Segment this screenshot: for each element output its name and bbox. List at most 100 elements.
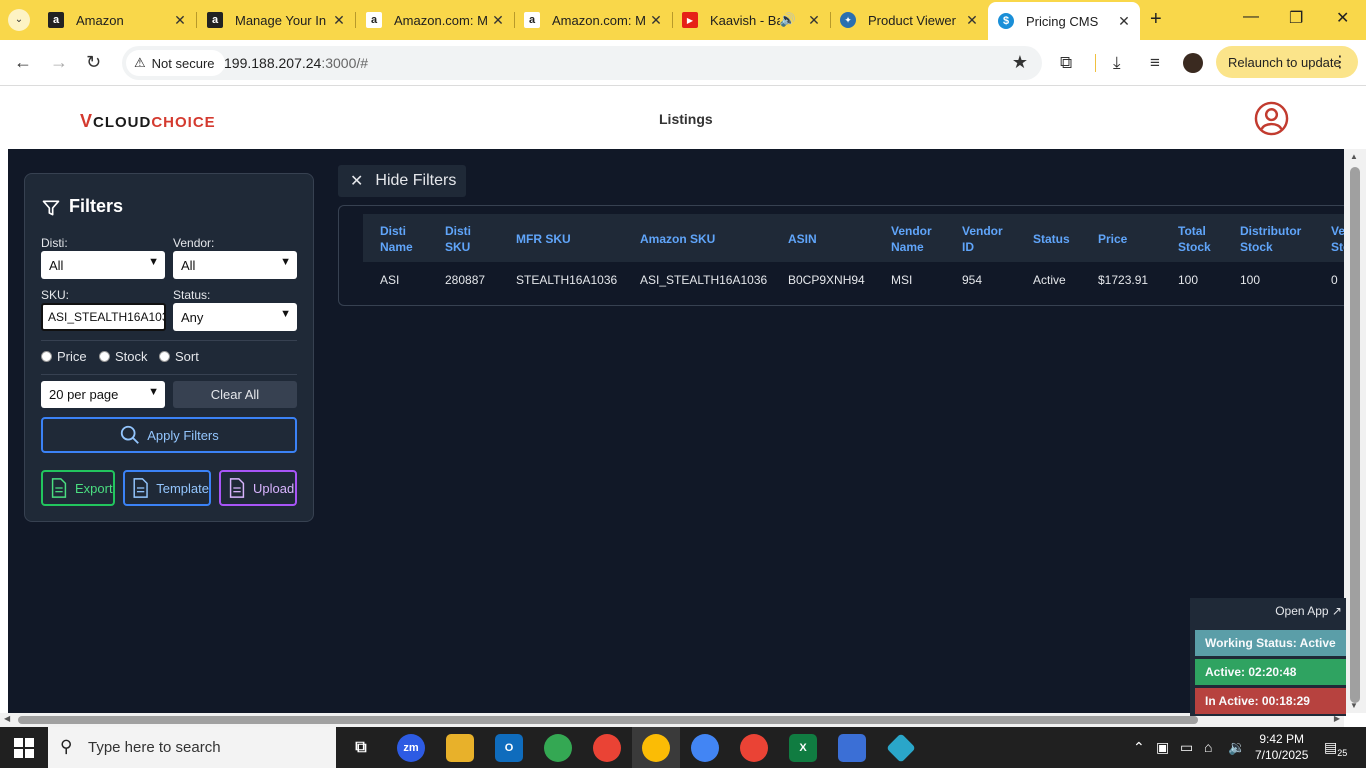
cloudchoice-logo[interactable]: VCLOUDCHOICE (80, 111, 216, 132)
vendor-select[interactable]: All ▼ (173, 251, 297, 279)
per-page-select[interactable]: 20 per page ▼ (41, 381, 165, 408)
zoom-app-icon[interactable]: zm (397, 734, 425, 762)
radio-sort[interactable]: Sort (159, 349, 199, 364)
bookmark-star-icon[interactable]: ★ (1012, 52, 1028, 73)
chrome-icon[interactable] (642, 734, 670, 762)
taskbar-search-input[interactable]: ⚲ Type here to search (48, 727, 336, 768)
close-window-icon[interactable]: ✕ (1336, 8, 1349, 28)
filters-panel: Filters Disti: All ▼ Vendor: All ▼ SKU: … (24, 173, 314, 522)
media-control-icon[interactable]: ≡ (1150, 53, 1160, 73)
new-tab-plus-icon[interactable]: + (1150, 8, 1162, 31)
download-icon[interactable]: ⤓ (1113, 53, 1121, 73)
search-icon: ⚲ (60, 737, 73, 756)
forward-arrow-icon[interactable]: → (50, 52, 68, 73)
tab-close-icon[interactable]: ✕ (170, 12, 190, 29)
upload-button[interactable]: Upload (219, 470, 297, 506)
horizontal-scroll-thumb[interactable] (18, 716, 1198, 724)
upload-label: Upload (253, 480, 295, 496)
user-profile-icon[interactable] (1254, 101, 1289, 136)
browser-tab[interactable]: ▶ Kaavish - Ba 🔊 ✕ (672, 4, 830, 36)
tab-close-icon[interactable]: ✕ (488, 12, 508, 29)
scroll-left-icon[interactable]: ◀ (4, 714, 10, 723)
more-menu-icon[interactable]: ⋮ (1332, 52, 1348, 72)
tab-close-icon[interactable]: ✕ (646, 12, 666, 29)
col-header-disti-sku[interactable]: Disti SKU (445, 223, 471, 255)
battery-icon[interactable]: ▭ (1180, 739, 1193, 756)
horizontal-scrollbar[interactable]: ◀ ▶ (0, 713, 1344, 727)
notification-icon[interactable]: ▤25 (1324, 739, 1347, 758)
col-header-distributor-stock[interactable]: Distributor Stock (1240, 223, 1301, 255)
hide-filters-button[interactable]: ✕ Hide Filters (338, 165, 466, 197)
clear-all-button[interactable]: Clear All (173, 381, 297, 408)
tab-close-icon[interactable]: ✕ (962, 12, 982, 29)
tab-close-icon[interactable]: ✕ (1114, 13, 1134, 30)
tab-search-chevron-icon[interactable]: ⌄ (8, 9, 30, 31)
col-header-amazon-sku[interactable]: Amazon SKU (640, 231, 715, 247)
tray-app-icon[interactable]: ▣ (1156, 739, 1169, 756)
browser-tab-active[interactable]: $ Pricing CMS ✕ (988, 2, 1140, 40)
task-view-icon[interactable]: ⧉ (347, 734, 375, 762)
browser-tab[interactable]: a Amazon.com: M ✕ (356, 4, 514, 36)
col-header-vendor-stock[interactable]: VendorStock (1331, 223, 1344, 255)
windows-start-icon[interactable] (14, 738, 34, 758)
back-arrow-icon[interactable]: ← (14, 52, 32, 73)
volume-icon[interactable]: 🔉 (1228, 739, 1245, 756)
chrome-icon[interactable] (544, 734, 572, 762)
radio-dot[interactable] (99, 351, 110, 362)
col-header-asin[interactable]: ASIN (788, 231, 817, 247)
radio-price[interactable]: Price (41, 349, 87, 364)
app-diamond-icon[interactable] (886, 733, 916, 763)
scroll-down-icon[interactable]: ▼ (1350, 701, 1358, 710)
open-app-link[interactable]: Open App ↗ (1275, 604, 1342, 618)
col-header-vendor-id[interactable]: Vendor ID (962, 223, 1003, 255)
address-bar[interactable]: ⚠ Not secure 199.188.207.24:3000/# ★ (122, 46, 1042, 80)
browser-tab[interactable]: a Amazon.com: M ✕ (514, 4, 672, 36)
chrome-icon[interactable] (593, 734, 621, 762)
col-header-total-stock[interactable]: Total Stock (1178, 223, 1211, 255)
export-button[interactable]: Export (41, 470, 115, 506)
tab-title: Manage Your In (235, 12, 327, 28)
speaker-icon[interactable]: 🔊 (780, 12, 796, 28)
col-header-vendor-name[interactable]: Vendor Name (891, 223, 932, 255)
radio-stock[interactable]: Stock (99, 349, 148, 364)
browser-tab[interactable]: a Amazon ✕ (38, 4, 196, 36)
chrome-icon[interactable] (691, 734, 719, 762)
tab-close-icon[interactable]: ✕ (329, 12, 349, 29)
security-chip[interactable]: ⚠ Not secure (126, 50, 225, 76)
tab-close-icon[interactable]: ✕ (804, 12, 824, 29)
template-button[interactable]: Template (123, 470, 211, 506)
restore-icon[interactable]: ❐ (1289, 8, 1303, 28)
vertical-scrollbar[interactable]: ▲ ▼ (1344, 149, 1366, 713)
col-header-status[interactable]: Status (1033, 231, 1070, 247)
file-explorer-icon[interactable] (446, 734, 474, 762)
calculator-icon[interactable] (838, 734, 866, 762)
scroll-up-icon[interactable]: ▲ (1350, 152, 1358, 161)
chrome-icon[interactable] (740, 734, 768, 762)
disti-select[interactable]: All ▼ (41, 251, 165, 279)
radio-dot[interactable] (41, 351, 52, 362)
radio-label: Stock (115, 349, 148, 364)
col-header-price[interactable]: Price (1098, 231, 1127, 247)
outlook-icon[interactable]: O (495, 734, 523, 762)
excel-icon[interactable]: X (789, 734, 817, 762)
minimize-icon[interactable]: — (1243, 8, 1259, 26)
vertical-scroll-thumb[interactable] (1350, 167, 1360, 703)
sku-input[interactable]: ASI_STEALTH16A1036 (41, 303, 166, 331)
radio-dot[interactable] (159, 351, 170, 362)
relaunch-button[interactable]: Relaunch to update ⋮ (1216, 46, 1358, 78)
col-header-disti-name[interactable]: Disti Name (380, 223, 413, 255)
tab-title: Kaavish - Ba (710, 12, 780, 28)
status-select[interactable]: Any ▼ (173, 303, 297, 331)
chevron-up-icon[interactable]: ⌃ (1133, 739, 1145, 756)
profile-avatar[interactable] (1183, 53, 1203, 73)
reload-icon[interactable]: ↻ (86, 52, 101, 73)
taskbar-clock[interactable]: 9:42 PM 7/10/2025 (1255, 731, 1308, 763)
tab-title: Amazon (76, 12, 124, 28)
apply-filters-button[interactable]: Apply Filters (41, 417, 297, 453)
col-header-mfr-sku[interactable]: MFR SKU (516, 231, 571, 247)
nav-listings-link[interactable]: Listings (659, 111, 713, 127)
browser-tab[interactable]: ✦ Product Viewer ✕ (830, 4, 988, 36)
extensions-puzzle-icon[interactable]: ⧉ (1060, 53, 1072, 73)
network-icon[interactable]: ⌂ (1204, 739, 1212, 755)
browser-tab[interactable]: a Manage Your In ✕ (197, 4, 355, 36)
